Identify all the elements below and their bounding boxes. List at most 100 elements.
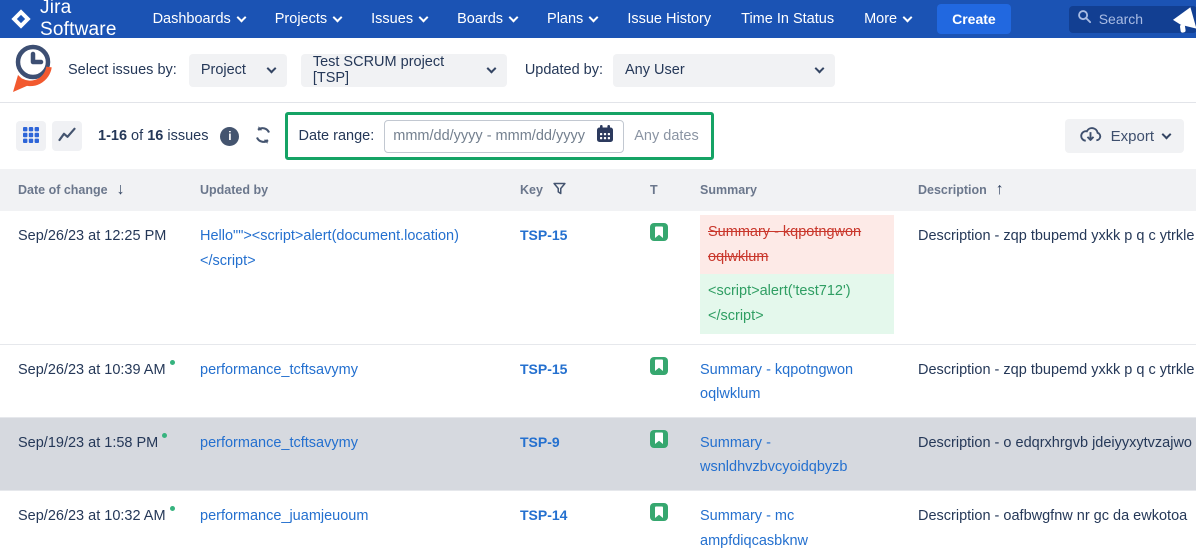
issue-key-link[interactable]: TSP-15: [520, 361, 567, 377]
project-dropdown[interactable]: Test SCRUM project [TSP]: [301, 54, 507, 87]
filter-bar: Select issues by: Project Test SCRUM pro…: [0, 38, 1196, 102]
chart-view-button[interactable]: [52, 121, 82, 151]
chevron-down-icon: [589, 12, 599, 22]
cloud-download-icon: [1079, 125, 1102, 148]
column-header-updated-by[interactable]: Updated by: [200, 183, 520, 197]
issue-key-link[interactable]: TSP-9: [520, 434, 560, 450]
status-dot: [170, 360, 175, 365]
issue-key-link[interactable]: TSP-15: [520, 227, 567, 243]
story-type-icon: [650, 503, 668, 521]
story-type-icon: [650, 430, 668, 448]
jira-logo-icon: [10, 8, 32, 30]
issue-count: 1-16 of 16 issues: [98, 128, 208, 144]
date-range-input[interactable]: [393, 128, 589, 144]
nav-menu: Dashboards Projects Issues Boards Plans …: [153, 11, 912, 27]
updated-by-link: Hello""><script>alert(document.location)…: [200, 211, 520, 344]
column-header-description[interactable]: Description ↑: [918, 181, 1196, 199]
column-header-type[interactable]: T: [650, 183, 700, 197]
calendar-icon[interactable]: [595, 124, 615, 149]
summary-link: Summary - kqpotngwon oqlwklum: [700, 345, 918, 417]
summary-link-text[interactable]: Summary - kqpotngwon oqlwklum: [700, 362, 853, 403]
user-link[interactable]: performance_juamjeuoum: [200, 508, 368, 524]
summary-removed-text: Summary - kqpotngwon oqlwklum: [700, 215, 894, 274]
user-link[interactable]: performance_tcftsavymy: [200, 435, 358, 451]
issue-key: TSP-9: [520, 418, 650, 490]
summary-link: Summary - mc ampfdiqcasbknw: [700, 491, 918, 560]
user-link[interactable]: Hello""><script>alert(document.location)…: [200, 228, 459, 269]
date-range-highlight-box: Date range: Any dates: [285, 112, 713, 160]
refresh-button[interactable]: [253, 125, 273, 148]
table-row[interactable]: Sep/26/23 at 10:39 AM performance_tcftsa…: [0, 345, 1196, 418]
nav-item-time-in-status[interactable]: Time In Status: [741, 11, 834, 27]
issue-key-link[interactable]: TSP-14: [520, 507, 567, 523]
summary-added-text: <script>alert('test712') </script>: [700, 274, 894, 333]
date-range-field[interactable]: [384, 120, 624, 153]
date-of-change: Sep/26/23 at 10:39 AM: [0, 345, 200, 417]
issue-type: [650, 418, 700, 490]
column-header-summary[interactable]: Summary: [700, 183, 918, 197]
chevron-down-icon: [1162, 129, 1172, 139]
sort-desc-icon[interactable]: ↓: [117, 181, 125, 199]
chevron-down-icon: [419, 12, 429, 22]
updated-by-link: performance_juamjeuoum: [200, 491, 520, 560]
nav-item-issues[interactable]: Issues: [371, 11, 427, 27]
table-row[interactable]: Sep/19/23 at 1:58 PM performance_tcftsav…: [0, 418, 1196, 491]
chevron-down-icon: [509, 12, 519, 22]
chevron-down-icon: [236, 12, 246, 22]
description-text: Description - zqp tbupemd yxkk p q c ytr…: [918, 345, 1196, 417]
chevron-down-icon: [903, 12, 913, 22]
brand-name: Jira Software: [40, 0, 117, 41]
column-header-key[interactable]: Key: [520, 181, 650, 199]
column-header-date[interactable]: Date of change ↓: [0, 181, 200, 199]
export-button[interactable]: Export: [1065, 119, 1184, 153]
grid-view-icon: [23, 127, 39, 146]
issue-type: [650, 491, 700, 560]
updated-by-dropdown[interactable]: Any User: [613, 54, 835, 87]
date-of-change: Sep/19/23 at 1:58 PM: [0, 418, 200, 490]
updated-by-link: performance_tcftsavymy: [200, 345, 520, 417]
select-by-dropdown[interactable]: Project: [189, 54, 287, 87]
top-nav: Jira Software Dashboards Projects Issues…: [0, 0, 1196, 38]
nav-item-dashboards[interactable]: Dashboards: [153, 11, 245, 27]
user-link[interactable]: performance_tcftsavymy: [200, 362, 358, 378]
issue-type: [650, 211, 700, 344]
summary-link: Summary - wsnldhvzbvcyoidqbyzb: [700, 418, 918, 490]
date-range-label: Date range:: [298, 128, 374, 144]
nav-item-projects[interactable]: Projects: [275, 11, 341, 27]
issue-key: TSP-14: [520, 491, 650, 560]
nav-item-plans[interactable]: Plans: [547, 11, 597, 27]
story-type-icon: [650, 357, 668, 375]
date-of-change: Sep/26/23 at 10:32 AM: [0, 491, 200, 560]
info-icon[interactable]: i: [220, 127, 239, 146]
any-dates-label: Any dates: [634, 128, 701, 144]
jira-brand[interactable]: Jira Software: [10, 0, 117, 41]
megaphone-icon[interactable]: [1170, 5, 1196, 40]
summary-link-text[interactable]: Summary - mc ampfdiqcasbknw: [700, 508, 808, 549]
sort-asc-icon[interactable]: ↑: [996, 181, 1004, 199]
description-text: Description - oafbwgfnw nr gc da ewkotoa: [918, 491, 1196, 560]
filter-funnel-icon[interactable]: [552, 181, 567, 199]
refresh-icon: [253, 125, 273, 148]
table-row[interactable]: Sep/26/23 at 10:32 AM performance_juamje…: [0, 491, 1196, 560]
date-of-change: Sep/26/23 at 12:25 PM: [0, 211, 200, 344]
table-row[interactable]: Sep/26/23 at 12:25 PM Hello""><script>al…: [0, 211, 1196, 345]
summary-link-text[interactable]: Summary - wsnldhvzbvcyoidqbyzb: [700, 435, 848, 476]
table-view-button[interactable]: [16, 121, 46, 151]
status-dot: [162, 433, 167, 438]
chevron-down-icon: [333, 12, 343, 22]
nav-item-issue-history[interactable]: Issue History: [627, 11, 711, 27]
chevron-down-icon: [815, 63, 825, 73]
select-issues-by-label: Select issues by:: [68, 62, 177, 78]
line-chart-icon: [58, 127, 76, 145]
story-type-icon: [650, 223, 668, 241]
nav-item-boards[interactable]: Boards: [457, 11, 517, 27]
issue-key: TSP-15: [520, 345, 650, 417]
chevron-down-icon: [266, 63, 276, 73]
table-header-row: Date of change ↓ Updated by Key T Summar…: [0, 169, 1196, 211]
issue-type: [650, 345, 700, 417]
description-text: Description - o edqrxhrgvb jdeiyyxytvzaj…: [918, 418, 1196, 490]
create-button[interactable]: Create: [937, 4, 1011, 34]
nav-item-more[interactable]: More: [864, 11, 911, 27]
search-icon: [1077, 9, 1092, 29]
issue-history-table: Date of change ↓ Updated by Key T Summar…: [0, 169, 1196, 560]
